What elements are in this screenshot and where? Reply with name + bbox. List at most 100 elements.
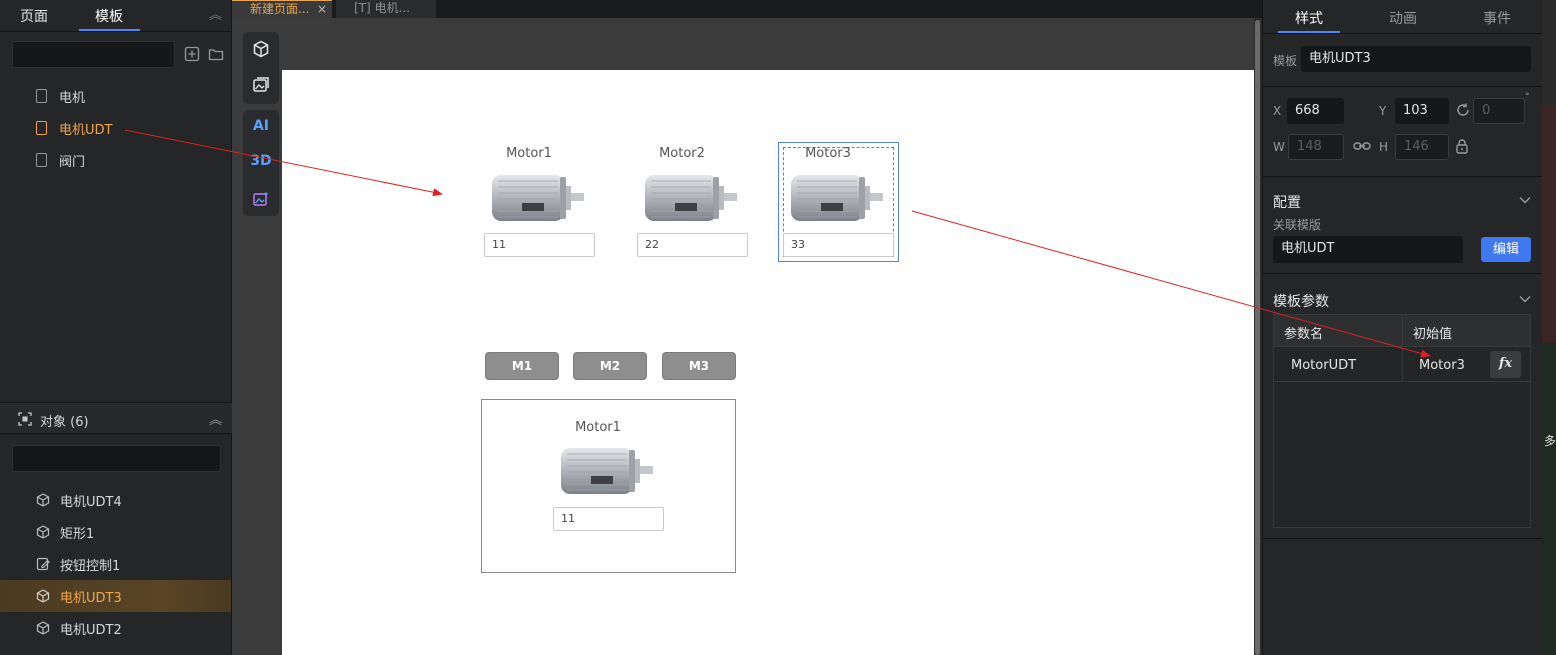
link-icon[interactable] bbox=[1353, 139, 1371, 156]
side-edge-strip bbox=[1542, 105, 1556, 343]
template-item-motor[interactable]: 电机 bbox=[36, 86, 85, 106]
close-icon[interactable]: × bbox=[317, 1, 327, 17]
tab-pages[interactable]: 页面 bbox=[20, 6, 48, 26]
config-section-title: 配置 bbox=[1273, 195, 1301, 211]
template-item-motor-udt[interactable]: 电机UDT bbox=[36, 118, 112, 138]
template-label: 模板 bbox=[1273, 54, 1298, 68]
motor-value-field[interactable]: 11 bbox=[553, 507, 664, 531]
column-divider bbox=[1402, 348, 1403, 382]
template-item-label: 电机 bbox=[59, 90, 86, 106]
params-section-title: 模板参数 bbox=[1273, 294, 1329, 310]
motor-icon[interactable] bbox=[791, 173, 883, 225]
object-item[interactable]: 按钮控制1 bbox=[0, 548, 231, 580]
height-input[interactable]: 146 bbox=[1395, 134, 1449, 160]
cube-icon bbox=[36, 621, 50, 635]
function-fx-icon[interactable]: fx bbox=[1490, 351, 1521, 378]
template-name-field[interactable]: 电机UDT3 bbox=[1301, 46, 1531, 72]
divider bbox=[1263, 273, 1543, 274]
rotate-icon[interactable] bbox=[1455, 102, 1471, 121]
object-item[interactable]: 电机UDT2 bbox=[0, 612, 231, 644]
ai-image-icon[interactable] bbox=[243, 190, 279, 212]
m2-button[interactable]: M2 bbox=[573, 352, 647, 380]
doc-tab-new-page[interactable]: 新建页面... × bbox=[232, 0, 332, 18]
edit-button[interactable]: 编辑 bbox=[1481, 237, 1531, 262]
template-item-label: 电机UDT bbox=[59, 122, 113, 138]
active-tab-indicator bbox=[79, 29, 140, 31]
page-canvas[interactable] bbox=[282, 70, 1254, 655]
param-value-cell[interactable]: Motor3 bbox=[1419, 358, 1465, 373]
object-item-label: 电机UDT4 bbox=[60, 494, 122, 510]
tab-events[interactable]: 事件 bbox=[1483, 8, 1511, 28]
cube-icon bbox=[36, 589, 50, 603]
gallery-icon[interactable] bbox=[243, 76, 279, 98]
side-edge-strip bbox=[1542, 343, 1556, 655]
motor-label: Motor3 bbox=[805, 146, 851, 161]
width-input[interactable]: 148 bbox=[1288, 134, 1344, 160]
y-label: Y bbox=[1379, 104, 1387, 118]
tab-templates[interactable]: 模板 bbox=[95, 6, 123, 26]
object-item-label: 按钮控制1 bbox=[60, 558, 121, 574]
document-tab-bar: 新建页面... × [T] 电机... bbox=[232, 0, 1262, 18]
object-item-label: 矩形1 bbox=[60, 526, 95, 542]
scrollbar-thumb[interactable] bbox=[1255, 20, 1260, 655]
motor-value-field[interactable]: 22 bbox=[637, 233, 748, 257]
motor-value-field[interactable]: 11 bbox=[484, 233, 595, 257]
rotation-input[interactable]: 0 bbox=[1473, 98, 1525, 124]
objects-header[interactable]: 对象 (6) ︽ bbox=[0, 402, 232, 434]
x-input[interactable]: 668 bbox=[1287, 98, 1344, 124]
header-param-name: 参数名 bbox=[1284, 327, 1324, 342]
add-icon[interactable] bbox=[184, 46, 200, 62]
linked-template-label: 关联模版 bbox=[1273, 218, 1322, 232]
template-item-label: 阀门 bbox=[59, 154, 86, 170]
doc-tab-label: [T] 电机... bbox=[354, 1, 410, 15]
lock-icon[interactable] bbox=[1455, 138, 1469, 157]
divider bbox=[1263, 176, 1543, 177]
header-initial-value: 初始值 bbox=[1413, 327, 1453, 342]
divider bbox=[1263, 538, 1543, 539]
properties-tabs: 样式 动画 事件 bbox=[1263, 0, 1543, 34]
active-tab-indicator bbox=[1278, 31, 1340, 33]
collapse-up-icon[interactable]: ︽ bbox=[209, 409, 222, 428]
ai-toolbar: AI 3D bbox=[243, 110, 279, 216]
cube-icon bbox=[36, 525, 50, 539]
ai-icon[interactable]: AI bbox=[243, 118, 279, 134]
chevron-down-icon[interactable] bbox=[1519, 293, 1531, 306]
table-row[interactable]: MotorUDT Motor3 fx bbox=[1274, 348, 1530, 382]
motor-label: Motor1 bbox=[575, 420, 621, 435]
tab-animation[interactable]: 动画 bbox=[1389, 8, 1417, 28]
tab-style[interactable]: 样式 bbox=[1295, 8, 1323, 28]
file-icon bbox=[36, 89, 47, 103]
object-item-label: 电机UDT2 bbox=[60, 622, 122, 638]
m1-button[interactable]: M1 bbox=[485, 352, 559, 380]
param-name-cell: MotorUDT bbox=[1291, 358, 1357, 373]
linked-template-field[interactable]: 电机UDT bbox=[1273, 236, 1463, 263]
divider bbox=[1263, 86, 1543, 87]
motor-icon[interactable] bbox=[561, 446, 653, 498]
params-table-header: 参数名 初始值 bbox=[1274, 315, 1530, 347]
object-item[interactable]: 电机UDT4 bbox=[0, 484, 231, 516]
doc-tab-motor-template[interactable]: [T] 电机... bbox=[336, 0, 436, 18]
collapse-up-icon[interactable]: ︽ bbox=[209, 4, 222, 23]
w-label: W bbox=[1273, 140, 1285, 154]
object-item[interactable]: 矩形1 bbox=[0, 516, 231, 548]
side-edge-text: 多 bbox=[1544, 434, 1556, 448]
folder-icon[interactable] bbox=[208, 46, 224, 62]
m3-button[interactable]: M3 bbox=[662, 352, 736, 380]
edit-doc-icon bbox=[36, 557, 50, 571]
motor-icon[interactable] bbox=[645, 173, 737, 225]
template-item-valve[interactable]: 阀门 bbox=[36, 150, 85, 170]
y-input[interactable]: 103 bbox=[1395, 98, 1449, 124]
template-search-input[interactable] bbox=[12, 41, 175, 68]
object-search-input[interactable] bbox=[12, 445, 221, 472]
params-table: 参数名 初始值 MotorUDT Motor3 fx bbox=[1273, 314, 1531, 528]
motor-value-field[interactable]: 33 bbox=[783, 233, 894, 257]
chevron-down-icon[interactable] bbox=[1519, 194, 1531, 207]
motor-icon[interactable] bbox=[492, 173, 584, 225]
object-item-label: 电机UDT3 bbox=[60, 590, 122, 606]
properties-panel: 样式 动画 事件 模板 电机UDT3 X 668 Y 103 0 ° W 148… bbox=[1262, 0, 1543, 655]
3d-icon[interactable]: 3D bbox=[243, 153, 279, 169]
object-item-selected[interactable]: 电机UDT3 bbox=[0, 580, 231, 612]
cube-icon[interactable] bbox=[243, 40, 279, 62]
h-label: H bbox=[1379, 140, 1389, 154]
left-tabs: 页面 模板 ︽ bbox=[0, 0, 232, 32]
